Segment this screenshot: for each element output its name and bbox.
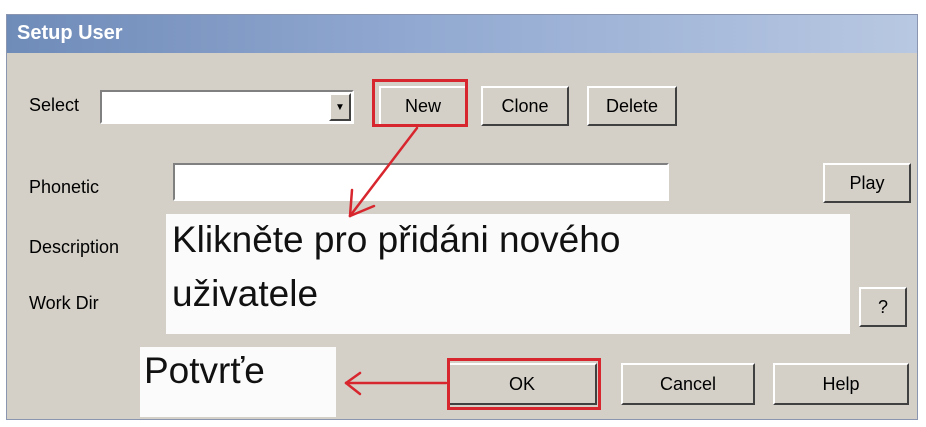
new-button-highlight	[372, 79, 468, 127]
dialog-title: Setup User	[17, 22, 123, 44]
help-button[interactable]: Help	[773, 363, 909, 405]
title-bar: Setup User	[7, 15, 917, 53]
chevron-down-icon: ▼	[335, 101, 345, 113]
cancel-button[interactable]: Cancel	[621, 363, 755, 405]
select-dropdown[interactable]: ▼	[100, 90, 354, 124]
play-button[interactable]: Play	[823, 163, 911, 203]
description-label: Description	[29, 237, 120, 257]
new-annotation-line2: uživatele	[172, 273, 319, 314]
new-annotation-line1: Klikněte pro přidáni nového	[172, 219, 621, 260]
ok-button-highlight	[447, 358, 601, 410]
ok-annotation-text: Potvrťe	[144, 350, 265, 391]
select-label: Select	[29, 95, 80, 115]
phonetic-field[interactable]	[173, 163, 669, 201]
browse-button[interactable]: ?	[859, 287, 907, 327]
new-annotation-note: Klikněte pro přidáni nového uživatele	[166, 214, 850, 334]
workdir-label: Work Dir	[29, 293, 99, 313]
ok-annotation-note: Potvrťe	[140, 347, 336, 417]
delete-button[interactable]: Delete	[587, 86, 677, 126]
clone-button[interactable]: Clone	[481, 86, 569, 126]
dropdown-arrow-button[interactable]: ▼	[329, 93, 351, 121]
phonetic-label: Phonetic	[29, 177, 100, 197]
